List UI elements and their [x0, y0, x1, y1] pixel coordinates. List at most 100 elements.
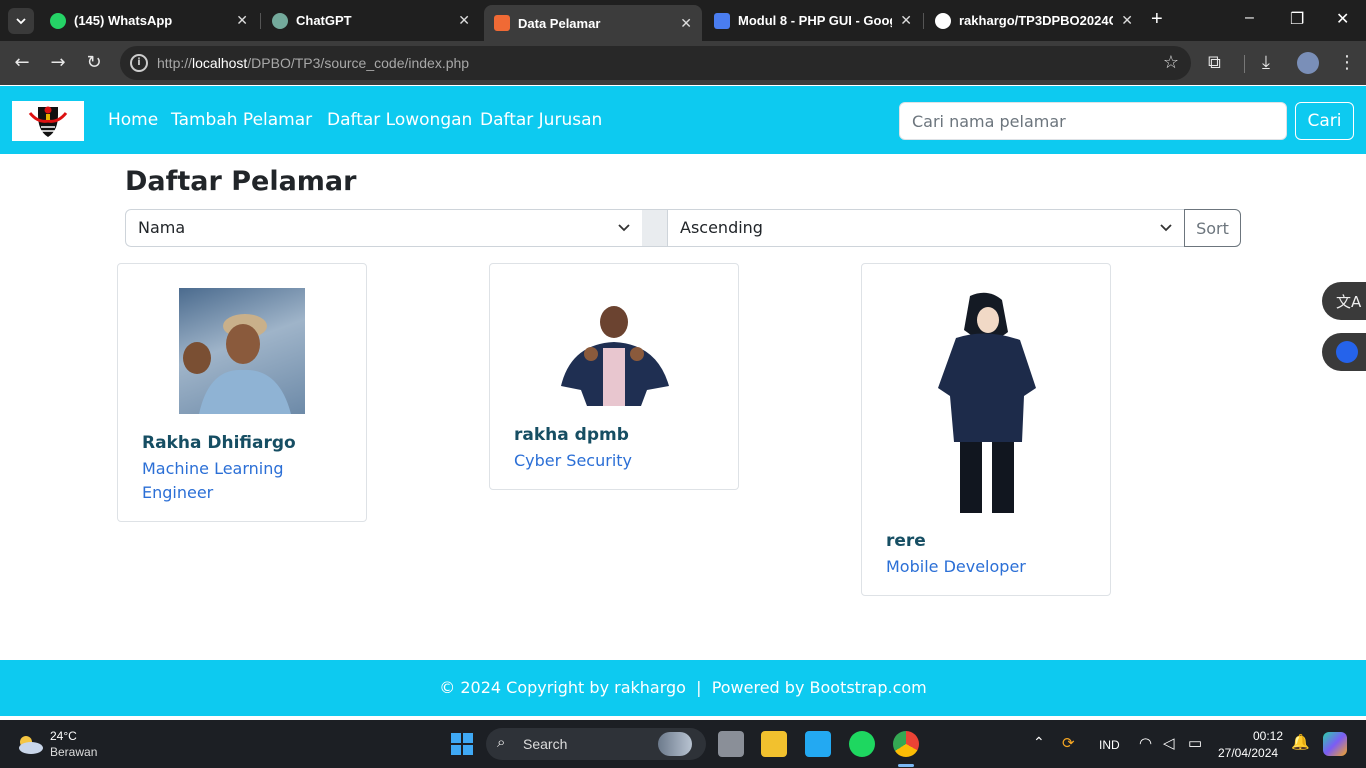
tab-google-docs[interactable]: Modul 8 - PHP GUI - Google ✕: [704, 5, 922, 36]
assistant-float-button[interactable]: [1322, 333, 1366, 371]
brand-logo[interactable]: [12, 101, 84, 141]
pelamar-name: rakha dpmb: [514, 425, 629, 445]
language-indicator[interactable]: IND: [1099, 738, 1120, 752]
bookmark-star-icon[interactable]: ☆: [1163, 52, 1179, 73]
tab-github[interactable]: rakhargo/TP3DPBO2024C1 ✕: [925, 5, 1143, 36]
translate-icon: 文A: [1336, 293, 1362, 311]
windows-taskbar: 24°C Berawan ⌕ Search ⌃ ⟳ IND ◠ ◁ ▭ 00:1…: [0, 720, 1366, 768]
toolbar-divider: [1244, 55, 1245, 73]
tab-data-pelamar[interactable]: Data Pelamar ✕: [484, 5, 702, 41]
page-title: Daftar Pelamar: [125, 166, 357, 197]
download-icon[interactable]: ⤓: [1262, 51, 1270, 75]
chevron-up-icon[interactable]: ⌃: [1033, 734, 1045, 751]
github-icon: [935, 12, 951, 29]
chrome-icon[interactable]: [893, 731, 919, 757]
tab-separator: [260, 13, 261, 29]
taskbar-search-label: Search: [523, 736, 568, 752]
tab-whatsapp[interactable]: (145) WhatsApp ✕: [40, 5, 258, 36]
url-text: http://localhost/DPBO/TP3/source_code/in…: [157, 55, 470, 71]
sort-order-value: Ascending: [680, 218, 763, 237]
address-bar[interactable]: i http://localhost/DPBO/TP3/source_code/…: [120, 46, 1191, 80]
battery-icon[interactable]: ▭: [1188, 734, 1202, 752]
pelamar-role: Machine Learning Engineer: [142, 459, 284, 502]
search-highlight-icon: [658, 732, 692, 756]
clock-time[interactable]: 00:12: [1226, 729, 1283, 743]
pelamar-photo: [551, 304, 677, 406]
search-icon: ⌕: [497, 734, 506, 751]
profile-avatar[interactable]: [1297, 52, 1319, 74]
close-icon[interactable]: ✕: [680, 15, 692, 32]
file-explorer-icon[interactable]: [761, 731, 787, 757]
xampp-icon: [494, 15, 510, 31]
nav-home[interactable]: Home: [108, 110, 158, 130]
sort-field-value: Nama: [138, 218, 186, 237]
minimize-button[interactable]: –: [1245, 9, 1254, 27]
pelamar-photo: [936, 292, 1038, 513]
restore-button[interactable]: ❐: [1290, 9, 1304, 29]
vscode-icon[interactable]: [805, 731, 831, 757]
pelamar-card[interactable]: rakha dpmb Cyber Security: [489, 263, 739, 490]
pelamar-photo: [179, 288, 305, 414]
close-icon[interactable]: ✕: [458, 12, 470, 29]
chatgpt-icon: [272, 12, 288, 29]
wifi-icon[interactable]: ◠: [1139, 734, 1152, 752]
upi-logo-icon: [28, 106, 68, 137]
site-navbar: Home Tambah Pelamar Daftar Lowongan Daft…: [0, 86, 1366, 154]
reload-button[interactable]: ↻: [82, 51, 106, 75]
tab-label: Data Pelamar: [518, 15, 601, 31]
tab-label: rakhargo/TP3DPBO2024C1: [959, 13, 1114, 28]
nav-daftar-lowongan[interactable]: Daftar Lowongan: [327, 110, 472, 130]
windows-start-icon[interactable]: [450, 732, 474, 756]
pelamar-role: Mobile Developer: [886, 557, 1026, 576]
whatsapp-icon: [50, 12, 66, 29]
spotify-icon[interactable]: [849, 731, 875, 757]
tab-search-button[interactable]: [8, 8, 34, 34]
search-input[interactable]: [899, 102, 1287, 140]
close-icon[interactable]: ✕: [236, 12, 248, 29]
back-button[interactable]: ←: [10, 51, 34, 75]
browser-tab-strip: (145) WhatsApp ✕ ChatGPT ✕ Data Pelamar …: [0, 0, 1366, 41]
browser-toolbar: ← → ↻ i http://localhost/DPBO/TP3/source…: [0, 41, 1366, 85]
assistant-icon: [1336, 341, 1358, 363]
forward-button[interactable]: →: [46, 51, 70, 75]
pelamar-card[interactable]: Rakha Dhifiargo Machine Learning Enginee…: [117, 263, 367, 522]
pelamar-name: rere: [886, 531, 926, 551]
copilot-icon[interactable]: [1323, 732, 1347, 756]
nav-tambah-pelamar[interactable]: Tambah Pelamar: [171, 110, 312, 130]
google-docs-icon: [714, 12, 730, 29]
sort-order-select[interactable]: Ascending: [667, 209, 1185, 247]
clock-date[interactable]: 27/04/2024: [1218, 746, 1278, 760]
translate-float-button[interactable]: 文A: [1322, 282, 1366, 320]
menu-kebab-icon[interactable]: ⋮: [1338, 51, 1356, 75]
tab-label: ChatGPT: [296, 13, 352, 28]
site-footer: © 2024 Copyright by rakhargo | Powered b…: [0, 660, 1366, 716]
close-icon[interactable]: ✕: [1121, 12, 1133, 29]
pelamar-card[interactable]: rere Mobile Developer: [861, 263, 1111, 596]
extensions-icon[interactable]: ⧉: [1208, 51, 1221, 75]
tab-separator: [923, 13, 924, 29]
weather-cloud-icon[interactable]: [14, 732, 44, 756]
tab-label: (145) WhatsApp: [74, 13, 173, 28]
sort-button[interactable]: Sort: [1184, 209, 1241, 247]
close-icon[interactable]: ✕: [900, 12, 912, 29]
volume-icon[interactable]: ◁: [1163, 734, 1175, 752]
close-window-button[interactable]: ✕: [1336, 9, 1349, 29]
select-divider: [642, 209, 668, 247]
search-button[interactable]: Cari: [1295, 102, 1354, 140]
sync-icon[interactable]: ⟳: [1062, 734, 1075, 752]
sort-field-select[interactable]: Nama: [125, 209, 643, 247]
taskbar-search[interactable]: ⌕ Search: [486, 728, 706, 760]
new-tab-button[interactable]: +: [1151, 8, 1163, 31]
task-view-icon[interactable]: [718, 731, 744, 757]
info-icon[interactable]: i: [130, 54, 148, 72]
chevron-down-icon: [618, 210, 630, 260]
chevron-down-icon: [16, 18, 26, 25]
nav-daftar-jurusan[interactable]: Daftar Jurusan: [480, 110, 602, 130]
pelamar-name: Rakha Dhifiargo: [142, 433, 296, 453]
footer-text: © 2024 Copyright by rakhargo | Powered b…: [439, 678, 927, 697]
tab-label: Modul 8 - PHP GUI - Google: [738, 13, 893, 28]
chevron-down-icon: [1160, 210, 1172, 260]
tab-chatgpt[interactable]: ChatGPT ✕: [262, 5, 480, 36]
weather-temperature: 24°C: [50, 729, 77, 743]
notification-bell-icon[interactable]: 🔔: [1291, 733, 1310, 751]
